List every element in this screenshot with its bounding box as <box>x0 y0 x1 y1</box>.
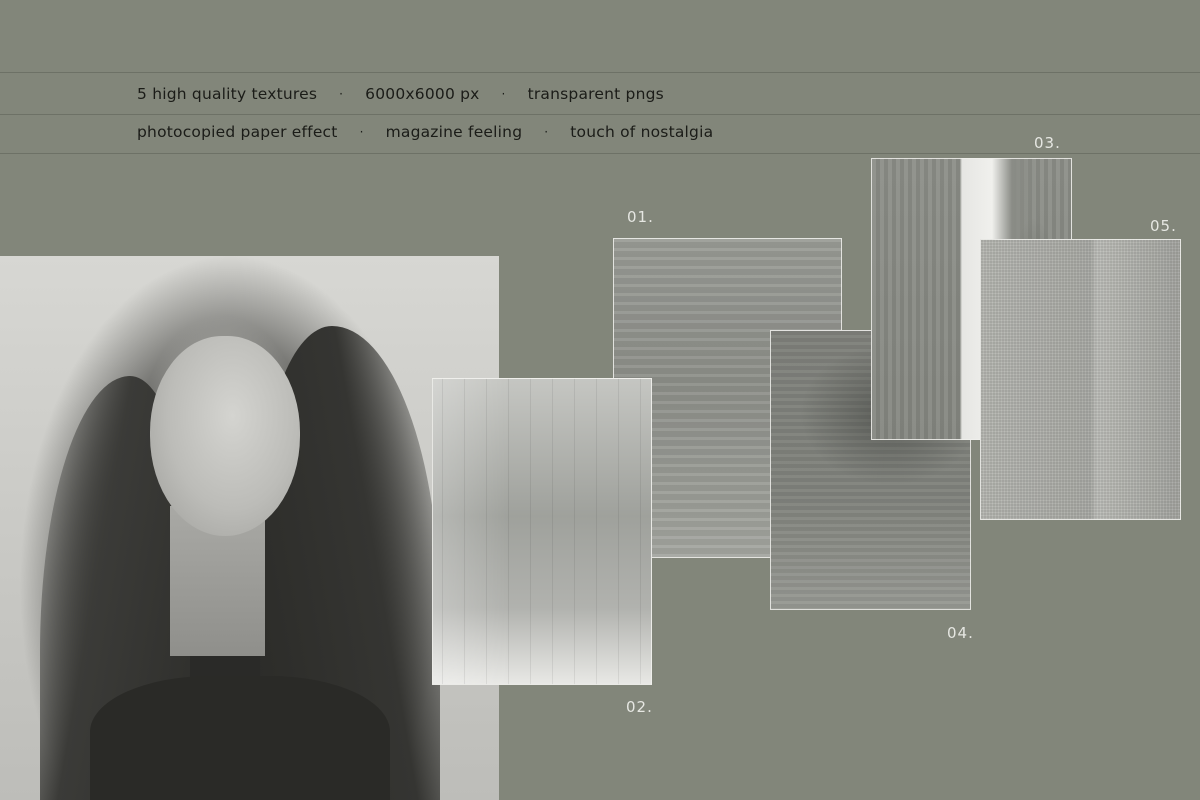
portrait-photo <box>0 256 499 800</box>
texture-card-05 <box>980 239 1181 520</box>
feature-effect: photocopied paper effect <box>137 123 338 141</box>
separator-dot: · <box>544 125 549 139</box>
texture-label-02: 02. <box>626 698 653 716</box>
feature-nostalgia: touch of nostalgia <box>570 123 714 141</box>
features-row-1: 5 high quality textures · 6000x6000 px ·… <box>137 83 664 105</box>
texture-label-05: 05. <box>1150 217 1177 235</box>
middle-divider <box>0 114 1200 115</box>
top-divider <box>0 72 1200 73</box>
feature-feeling: magazine feeling <box>385 123 523 141</box>
feature-resolution: 6000x6000 px <box>365 85 480 103</box>
separator-dot: · <box>501 87 506 101</box>
separator-dot: · <box>339 87 344 101</box>
bottom-divider <box>0 153 1200 154</box>
texture-label-01: 01. <box>627 208 654 226</box>
collar <box>90 676 390 800</box>
feature-format: transparent pngs <box>527 85 664 103</box>
texture-label-03: 03. <box>1034 134 1061 152</box>
texture-card-02 <box>432 378 652 685</box>
face <box>150 336 300 536</box>
texture-label-04: 04. <box>947 624 974 642</box>
features-row-2: photocopied paper effect · magazine feel… <box>137 121 713 143</box>
separator-dot: · <box>359 125 364 139</box>
feature-texture-count: 5 high quality textures <box>137 85 318 103</box>
